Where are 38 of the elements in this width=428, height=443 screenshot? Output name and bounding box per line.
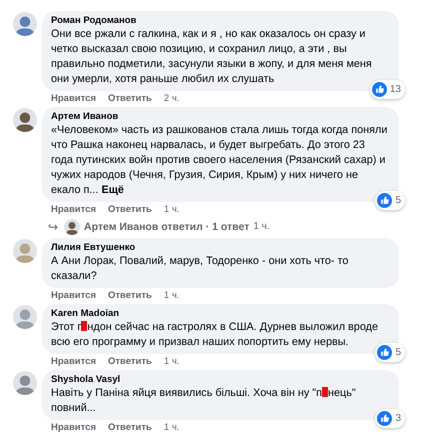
action-link[interactable]: Нравится [51, 93, 96, 105]
action-link[interactable]: Ответить [108, 422, 152, 434]
comment-time[interactable]: 1 ч. [164, 290, 180, 302]
comment-time[interactable]: 2 ч. [164, 93, 180, 105]
replies-link[interactable]: Артем Иванов ответил · 1 ответ [84, 219, 250, 235]
see-more-link[interactable]: Ещё [101, 184, 124, 196]
comment-time[interactable]: 1 ч. [164, 422, 180, 434]
comment-time[interactable]: 1 ч. [164, 356, 180, 368]
avatar-icon[interactable] [13, 108, 37, 132]
reply-time: 1 ч. [253, 220, 270, 234]
thumbs-up-icon [372, 82, 387, 97]
avatar-icon[interactable] [13, 371, 37, 395]
avatar-icon[interactable] [13, 12, 37, 36]
thumbs-up-icon [377, 345, 392, 360]
thumbs-up-icon [377, 411, 392, 426]
reaction-count[interactable]: 13 [370, 80, 405, 99]
avatar-icon[interactable] [64, 219, 80, 235]
reply-arrow-icon: ↪ [48, 219, 58, 235]
action-link[interactable]: Нравится [51, 356, 96, 368]
author-name[interactable]: Karen Madoian [51, 307, 389, 320]
comment-text: А Ани Лорак, Повалий, марув, Тодоренко - они хоть что- то сказали? [51, 254, 350, 284]
author-name[interactable]: Лилия Евтушенко [51, 241, 389, 254]
comment-time[interactable]: 1 ч. [164, 204, 180, 216]
action-link[interactable]: Ответить [108, 93, 152, 105]
reaction-count[interactable]: 5 [375, 343, 405, 362]
action-link[interactable]: Нравится [51, 290, 96, 302]
comment-text: Навіть у Паніна яйця виявились більші. Хоча він ну "п нець" повний... [51, 386, 357, 416]
action-link[interactable]: Ответить [108, 290, 152, 302]
action-link[interactable]: Нравится [51, 422, 96, 434]
author-name[interactable]: Роман Родоманов [51, 14, 389, 27]
reaction-count[interactable]: 3 [375, 409, 405, 428]
action-link[interactable]: Ответить [108, 356, 152, 368]
author-name[interactable]: Артем Иванов [51, 110, 389, 123]
reaction-count[interactable]: 5 [375, 191, 405, 210]
action-link[interactable]: Нравится [51, 204, 96, 216]
action-link[interactable]: Ответить [108, 204, 152, 216]
thumbs-up-icon [377, 193, 392, 208]
author-name[interactable]: Shyshola Vasyl [51, 373, 389, 386]
